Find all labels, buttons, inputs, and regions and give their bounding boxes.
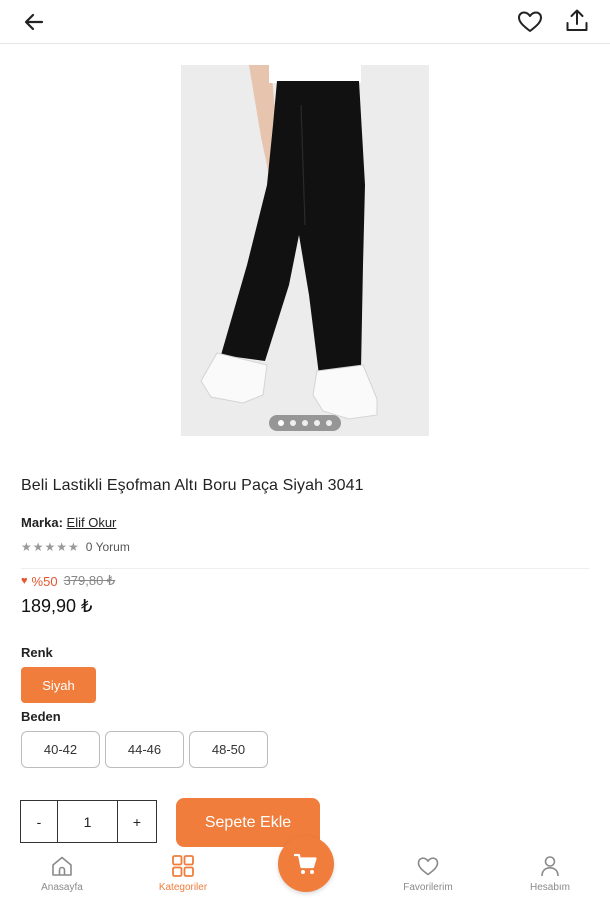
product-photo-black-trousers [181, 65, 429, 436]
share-upload-icon [566, 9, 588, 31]
image-pagination[interactable] [269, 415, 341, 431]
nav-label: Anasayfa [41, 882, 83, 893]
nav-item-home[interactable]: Anasayfa [17, 854, 107, 893]
rating-row[interactable]: ★★★★★ 0 Yorum [21, 540, 130, 554]
pagination-dot[interactable] [290, 420, 296, 426]
product-title: Beli Lastikli Eşofman Altı Boru Paça Siy… [21, 477, 364, 494]
top-app-bar [0, 0, 610, 44]
color-label: Renk [21, 645, 53, 660]
pagination-dot[interactable] [326, 420, 332, 426]
brand-row: Marka: Elif Okur [21, 515, 116, 530]
size-option[interactable]: 44-46 [105, 731, 184, 768]
size-label: Beden [21, 709, 61, 724]
share-button[interactable] [563, 7, 591, 35]
quantity-value[interactable]: 1 [58, 801, 118, 842]
nav-label: Favorilerim [403, 882, 453, 893]
color-option-siyah[interactable]: Siyah [21, 667, 96, 703]
size-option[interactable]: 40-42 [21, 731, 100, 768]
quantity-stepper: - 1 + [20, 800, 157, 843]
grid-icon [172, 855, 194, 877]
nav-item-categories[interactable]: Kategoriler [138, 854, 228, 893]
discount-row: ♥ %50 379,80 ₺ [21, 573, 115, 589]
nav-label: Hesabım [529, 882, 570, 893]
favorite-button[interactable] [516, 8, 544, 36]
home-icon [52, 856, 72, 876]
brand-label: Marka: [21, 515, 63, 530]
review-count: 0 Yorum [85, 540, 130, 554]
cart-button[interactable] [278, 836, 334, 892]
brand-link[interactable]: Elif Okur [67, 515, 117, 530]
quantity-decrease-button[interactable]: - [21, 801, 58, 842]
rating-stars: ★★★★★ [21, 540, 80, 554]
cart-icon [293, 853, 317, 874]
arrow-left-icon [24, 13, 44, 31]
discount-percent: %50 [31, 573, 58, 589]
pagination-dot[interactable] [314, 420, 320, 426]
pagination-dot[interactable] [278, 420, 284, 426]
pagination-dot[interactable] [302, 420, 308, 426]
user-icon [541, 856, 559, 877]
product-image[interactable] [181, 65, 429, 436]
heart-icon [417, 857, 439, 876]
nav-item-account[interactable]: Hesabım [505, 854, 595, 893]
current-price: 189,90 ₺ [21, 596, 93, 616]
heart-outline-icon [518, 11, 542, 32]
back-button[interactable] [20, 8, 48, 36]
size-option[interactable]: 48-50 [189, 731, 268, 768]
old-price: 379,80 ₺ [63, 573, 116, 588]
discount-heart-icon: ♥ [21, 575, 28, 587]
nav-item-favorites[interactable]: Favorilerim [383, 854, 473, 893]
quantity-increase-button[interactable]: + [118, 801, 156, 842]
nav-label: Kategoriler [158, 882, 208, 893]
divider [21, 568, 589, 569]
